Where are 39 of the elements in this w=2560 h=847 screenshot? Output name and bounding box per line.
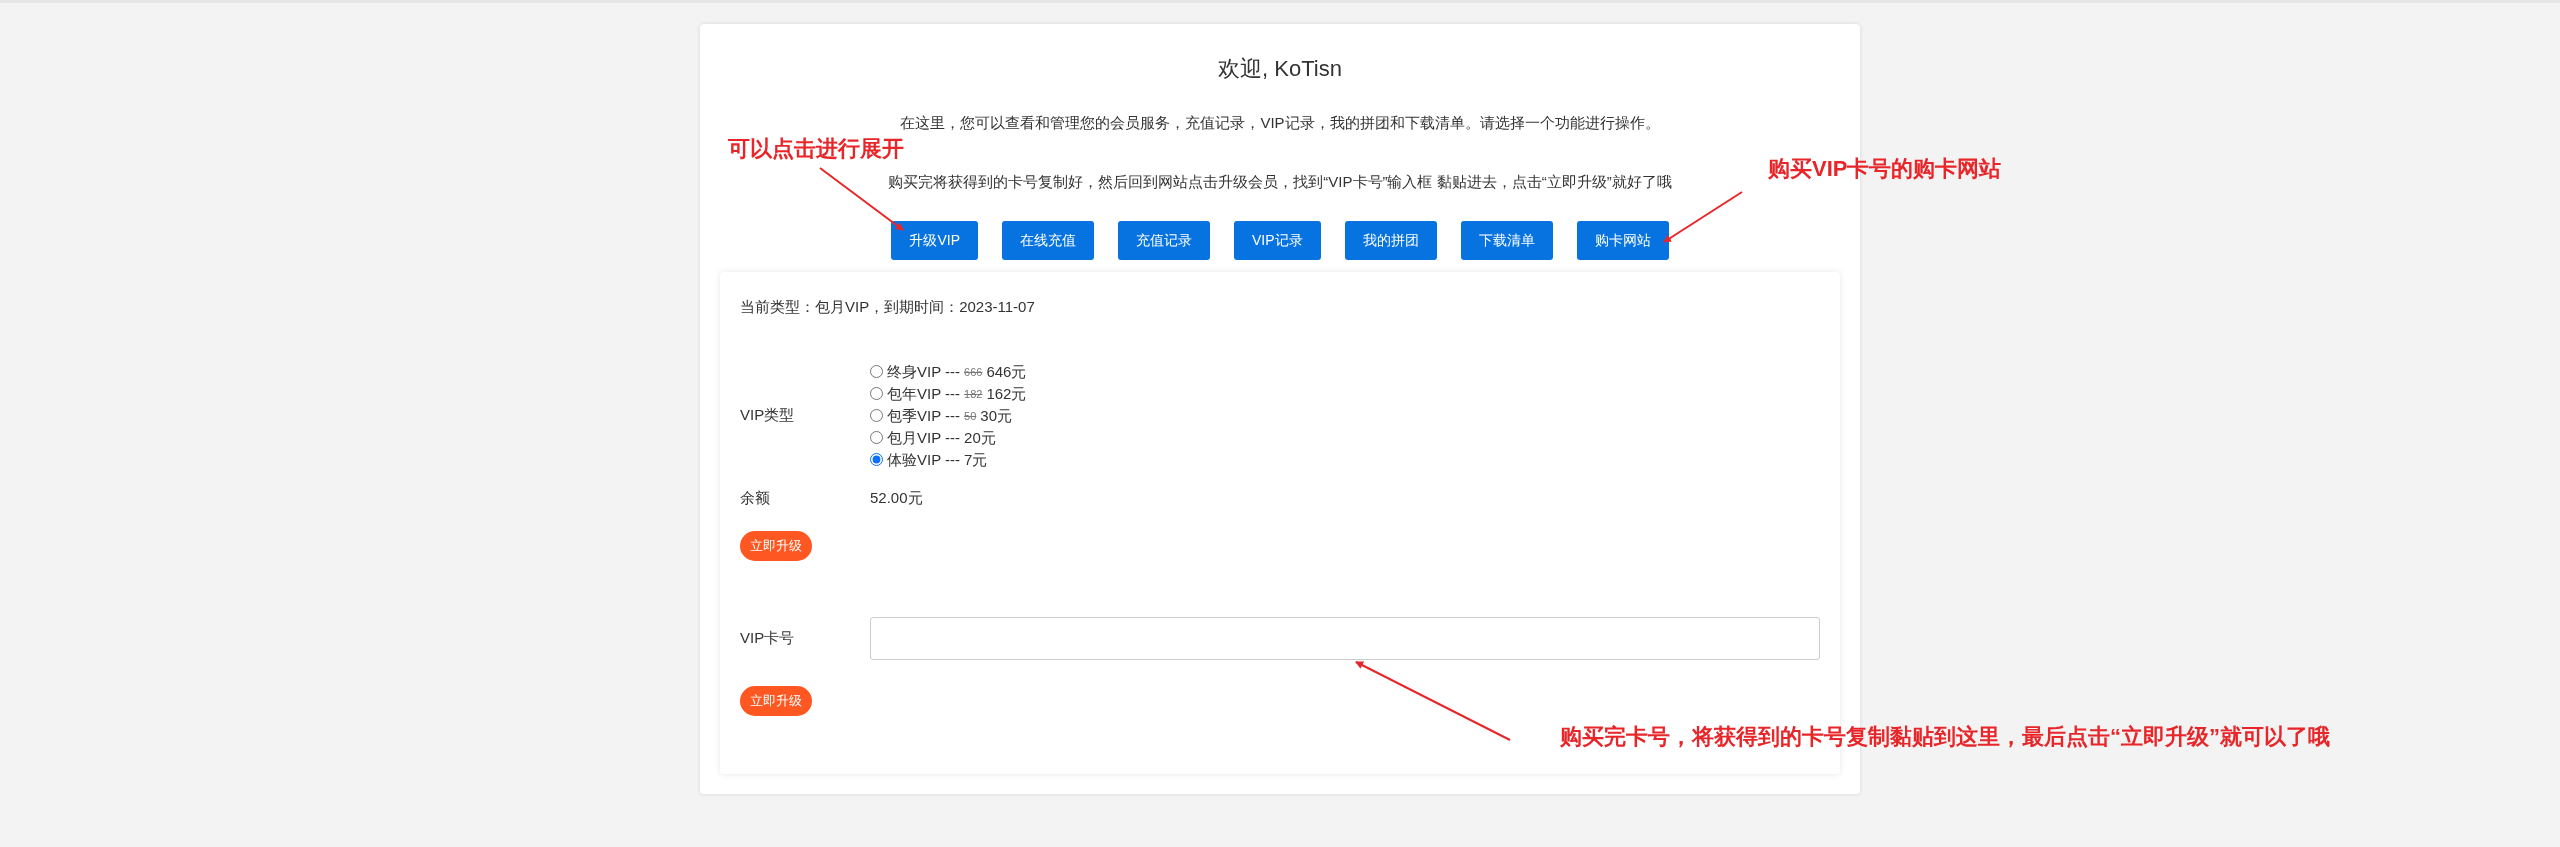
field-label: VIP卡号 [740, 628, 796, 649]
option-label: 终身VIP --- [887, 361, 961, 382]
nav-button[interactable]: 我的拼团 [1344, 221, 1437, 260]
nav-button[interactable]: 升级VIP [891, 221, 978, 260]
option-label: 体验VIP --- [887, 449, 961, 470]
nav-button[interactable]: 在线充值 [1002, 221, 1094, 260]
option-price: 20元 [964, 427, 996, 448]
annotation-text: 购买完卡号，将获得到的卡号复制黏贴到这里，最后点击“立即升级”就可以了哦 [1560, 723, 2330, 751]
nav-button[interactable]: 充值记录 [1118, 221, 1210, 260]
option-label: 包季VIP --- [887, 405, 961, 426]
card-number-input[interactable] [870, 617, 1820, 660]
membership-status: 当前类型：包月VIP，到期时间：2023-11-07 [740, 297, 1036, 317]
nav-button[interactable]: 购卡网站 [1576, 221, 1669, 260]
field-label: VIP类型 [740, 405, 796, 426]
welcome-title: 欢迎, KoTisn [1217, 55, 1343, 83]
field-label: 余额 [740, 487, 771, 508]
radio-button[interactable] [870, 431, 883, 444]
option-label: 包年VIP --- [887, 383, 961, 404]
option-label: 包月VIP --- [887, 427, 961, 448]
option-price: 646元 [986, 361, 1027, 382]
original-price: 666 [964, 364, 983, 380]
upgrade-button[interactable]: 立即升级 [740, 531, 812, 561]
original-price: 182 [964, 386, 983, 402]
radio-button[interactable] [870, 453, 883, 466]
original-price: 50 [964, 408, 977, 424]
upgrade-button[interactable]: 立即升级 [740, 686, 812, 716]
radio-button[interactable] [870, 387, 883, 400]
option-price: 7元 [964, 449, 988, 470]
nav-button[interactable]: 下载清单 [1460, 221, 1553, 260]
nav-button[interactable]: VIP记录 [1234, 221, 1321, 260]
intro-text: 在这里，您可以查看和管理您的会员服务，充值记录，VIP记录，我的拼团和下载清单。请选择一个功能进行操作。 [899, 113, 1661, 133]
radio-button[interactable] [870, 365, 883, 378]
radio-button[interactable] [870, 409, 883, 422]
balance-value: 52.00元 [870, 487, 923, 508]
annotation-text: 购买VIP卡号的购卡网站 [1768, 155, 2002, 183]
annotation-text: 可以点击进行展开 [728, 135, 904, 163]
option-price: 162元 [986, 383, 1027, 404]
option-price: 30元 [980, 405, 1012, 426]
instructions-text: 购买完将获得到的卡号复制好，然后回到网站点击升级会员，找到“VIP卡号”输入框 黏贴进去，点击“立即升级”就好了哦 [887, 171, 1673, 192]
